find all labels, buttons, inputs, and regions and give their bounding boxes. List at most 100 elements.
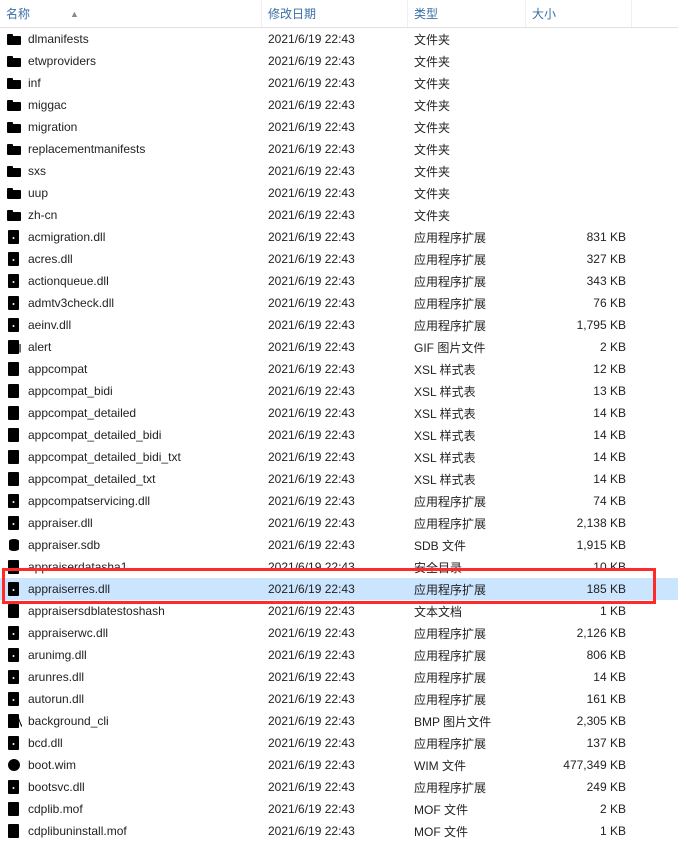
file-row[interactable]: actionqueue.dll2021/6/19 22:43应用程序扩展343 …	[0, 270, 678, 292]
file-row[interactable]: cdplib.mof2021/6/19 22:43MOF 文件2 KB	[0, 798, 678, 820]
file-row[interactable]: zh-cn2021/6/19 22:43文件夹	[0, 204, 678, 226]
file-row[interactable]: aeinv.dll2021/6/19 22:43应用程序扩展1,795 KB	[0, 314, 678, 336]
file-date-cell: 2021/6/19 22:43	[262, 340, 408, 354]
file-date-cell: 2021/6/19 22:43	[262, 758, 408, 772]
file-size-cell: 831 KB	[526, 230, 632, 244]
file-type-cell: 应用程序扩展	[408, 295, 526, 312]
file-row[interactable]: appcompat_detailed2021/6/19 22:43XSL 样式表…	[0, 402, 678, 424]
dll-file-icon	[6, 295, 22, 311]
file-size-label: 1 KB	[600, 824, 626, 838]
file-row[interactable]: appraiserres.dll2021/6/19 22:43应用程序扩展185…	[0, 578, 678, 600]
file-date-cell: 2021/6/19 22:43	[262, 516, 408, 530]
file-date-label: 2021/6/19 22:43	[268, 758, 355, 772]
folder-icon	[6, 185, 22, 201]
file-date-label: 2021/6/19 22:43	[268, 538, 355, 552]
file-row[interactable]: appraisersdblatestoshash2021/6/19 22:43文…	[0, 600, 678, 622]
file-row[interactable]: appcompat2021/6/19 22:43XSL 样式表12 KB	[0, 358, 678, 380]
file-name-label: appraiserdatasha1	[28, 560, 127, 574]
disc-image-icon	[6, 757, 22, 773]
file-row[interactable]: admtv3check.dll2021/6/19 22:43应用程序扩展76 K…	[0, 292, 678, 314]
file-type-label: XSL 样式表	[414, 405, 476, 422]
file-type-cell: WIM 文件	[408, 757, 526, 774]
file-rows-container: dlmanifests2021/6/19 22:43文件夹etwprovider…	[0, 28, 678, 842]
file-row[interactable]: appcompat_bidi2021/6/19 22:43XSL 样式表13 K…	[0, 380, 678, 402]
file-row[interactable]: dlmanifests2021/6/19 22:43文件夹	[0, 28, 678, 50]
gif-file-icon	[6, 339, 22, 355]
file-row[interactable]: acmigration.dll2021/6/19 22:43应用程序扩展831 …	[0, 226, 678, 248]
file-type-cell: MOF 文件	[408, 823, 526, 840]
file-date-cell: 2021/6/19 22:43	[262, 714, 408, 728]
file-type-cell: SDB 文件	[408, 537, 526, 554]
file-row[interactable]: replacementmanifests2021/6/19 22:43文件夹	[0, 138, 678, 160]
file-name-label: appraiserres.dll	[28, 582, 110, 596]
file-row[interactable]: boot.wim2021/6/19 22:43WIM 文件477,349 KB	[0, 754, 678, 776]
dll-file-icon	[6, 581, 22, 597]
file-name-cell: arunres.dll	[0, 669, 262, 685]
file-row[interactable]: appcompatservicing.dll2021/6/19 22:43应用程…	[0, 490, 678, 512]
file-row[interactable]: appcompat_detailed_bidi_txt2021/6/19 22:…	[0, 446, 678, 468]
file-date-cell: 2021/6/19 22:43	[262, 560, 408, 574]
column-header-date-label: 修改日期	[268, 5, 316, 22]
file-name-label: bootsvc.dll	[28, 780, 85, 794]
file-row[interactable]: inf2021/6/19 22:43文件夹	[0, 72, 678, 94]
file-date-cell: 2021/6/19 22:43	[262, 32, 408, 46]
file-type-label: 应用程序扩展	[414, 669, 486, 686]
file-name-cell: zh-cn	[0, 207, 262, 223]
column-header-type[interactable]: 类型	[408, 0, 526, 27]
file-row[interactable]: appraiser.dll2021/6/19 22:43应用程序扩展2,138 …	[0, 512, 678, 534]
file-date-cell: 2021/6/19 22:43	[262, 186, 408, 200]
file-name-label: appcompat	[28, 362, 87, 376]
file-list-view: 名称 ▲ 修改日期 类型 大小 dlmanifests2021/6/19 22:…	[0, 0, 678, 842]
file-row[interactable]: background_cli2021/6/19 22:43BMP 图片文件2,3…	[0, 710, 678, 732]
file-row[interactable]: appcompat_detailed_txt2021/6/19 22:43XSL…	[0, 468, 678, 490]
file-name-cell: appcompat_detailed	[0, 405, 262, 421]
file-date-label: 2021/6/19 22:43	[268, 824, 355, 838]
file-type-label: 应用程序扩展	[414, 779, 486, 796]
file-size-label: 76 KB	[593, 296, 626, 310]
file-row[interactable]: appraiserdatasha12021/6/19 22:43安全目录10 K…	[0, 556, 678, 578]
file-row[interactable]: appcompat_detailed_bidi2021/6/19 22:43XS…	[0, 424, 678, 446]
file-row[interactable]: bootsvc.dll2021/6/19 22:43应用程序扩展249 KB	[0, 776, 678, 798]
file-size-label: 12 KB	[593, 362, 626, 376]
file-row[interactable]: cdplibuninstall.mof2021/6/19 22:43MOF 文件…	[0, 820, 678, 842]
file-row[interactable]: alert2021/6/19 22:43GIF 图片文件2 KB	[0, 336, 678, 358]
file-name-label: bcd.dll	[28, 736, 63, 750]
file-date-label: 2021/6/19 22:43	[268, 384, 355, 398]
xsl-file-icon	[6, 361, 22, 377]
folder-icon	[6, 207, 22, 223]
file-name-label: admtv3check.dll	[28, 296, 114, 310]
file-row[interactable]: etwproviders2021/6/19 22:43文件夹	[0, 50, 678, 72]
file-row[interactable]: arunres.dll2021/6/19 22:43应用程序扩展14 KB	[0, 666, 678, 688]
file-row[interactable]: appraiserwc.dll2021/6/19 22:43应用程序扩展2,12…	[0, 622, 678, 644]
file-date-label: 2021/6/19 22:43	[268, 582, 355, 596]
file-date-label: 2021/6/19 22:43	[268, 142, 355, 156]
file-type-label: GIF 图片文件	[414, 339, 485, 356]
file-row[interactable]: acres.dll2021/6/19 22:43应用程序扩展327 KB	[0, 248, 678, 270]
file-type-label: 应用程序扩展	[414, 735, 486, 752]
column-header-size[interactable]: 大小	[526, 0, 632, 27]
file-row[interactable]: autorun.dll2021/6/19 22:43应用程序扩展161 KB	[0, 688, 678, 710]
column-header-date[interactable]: 修改日期	[262, 0, 408, 27]
file-type-label: 文件夹	[414, 31, 450, 48]
file-row[interactable]: arunimg.dll2021/6/19 22:43应用程序扩展806 KB	[0, 644, 678, 666]
file-date-label: 2021/6/19 22:43	[268, 208, 355, 222]
file-date-cell: 2021/6/19 22:43	[262, 142, 408, 156]
dll-file-icon	[6, 779, 22, 795]
file-date-cell: 2021/6/19 22:43	[262, 582, 408, 596]
file-name-cell: arunimg.dll	[0, 647, 262, 663]
file-row[interactable]: bcd.dll2021/6/19 22:43应用程序扩展137 KB	[0, 732, 678, 754]
file-row[interactable]: uup2021/6/19 22:43文件夹	[0, 182, 678, 204]
file-type-cell: XSL 样式表	[408, 383, 526, 400]
file-row[interactable]: appraiser.sdb2021/6/19 22:43SDB 文件1,915 …	[0, 534, 678, 556]
file-type-label: 应用程序扩展	[414, 229, 486, 246]
file-name-label: appraiser.dll	[28, 516, 93, 530]
file-size-label: 10 KB	[593, 560, 626, 574]
file-type-cell: XSL 样式表	[408, 405, 526, 422]
file-name-cell: appraiserwc.dll	[0, 625, 262, 641]
column-header-size-label: 大小	[532, 5, 556, 22]
file-row[interactable]: migration2021/6/19 22:43文件夹	[0, 116, 678, 138]
column-header-name[interactable]: 名称 ▲	[0, 0, 262, 27]
file-date-label: 2021/6/19 22:43	[268, 516, 355, 530]
file-row[interactable]: sxs2021/6/19 22:43文件夹	[0, 160, 678, 182]
file-row[interactable]: miggac2021/6/19 22:43文件夹	[0, 94, 678, 116]
